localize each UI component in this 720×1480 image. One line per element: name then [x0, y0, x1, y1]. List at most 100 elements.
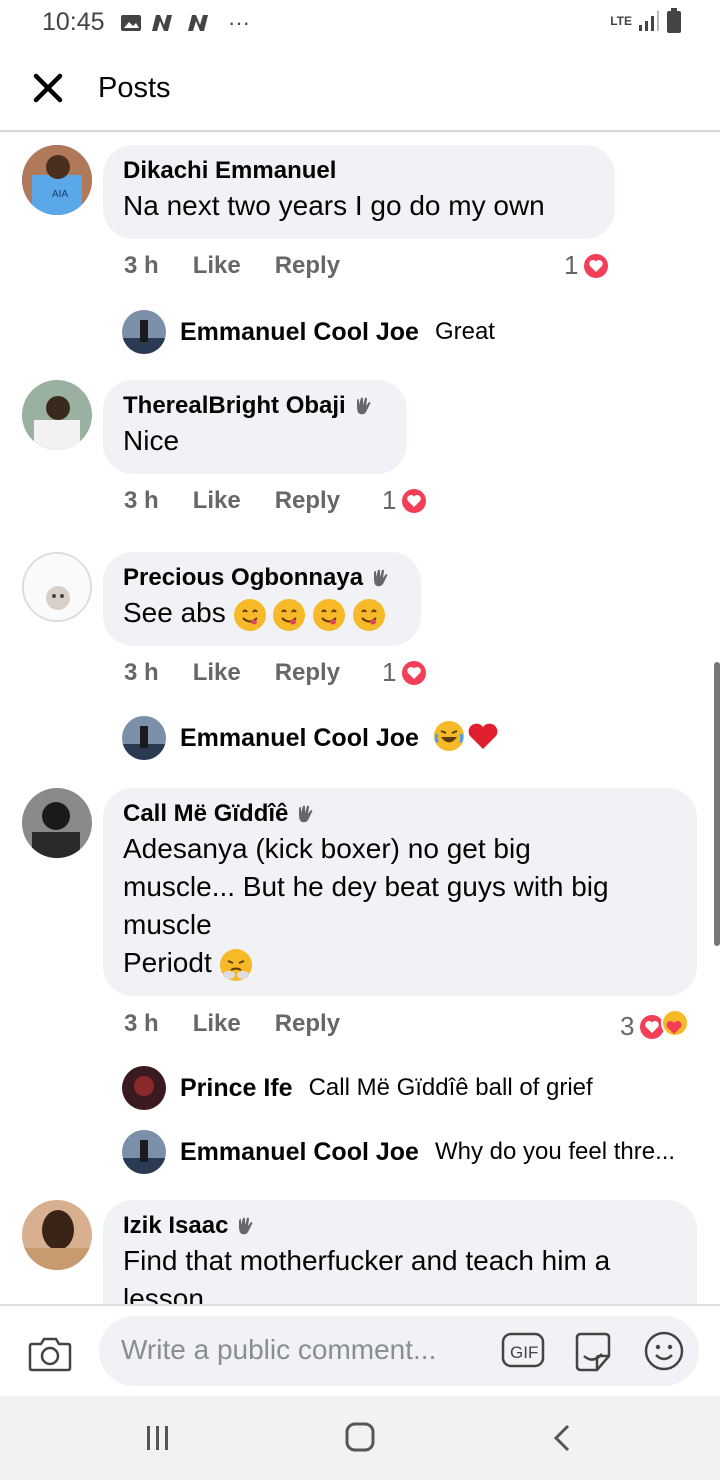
fan-badge-icon	[356, 397, 371, 415]
scrollbar[interactable]	[714, 662, 720, 946]
avatar[interactable]	[122, 716, 166, 760]
comment-time: 3 h	[124, 659, 159, 686]
reaction-count[interactable]: 1	[382, 657, 429, 688]
comment-actions: 3 h Like Reply	[124, 659, 340, 687]
reply-button[interactable]: Reply	[275, 659, 340, 687]
avatar[interactable]	[22, 788, 92, 858]
sticker-button[interactable]	[571, 1330, 615, 1379]
reaction-count[interactable]: 1	[564, 250, 611, 281]
reply-item[interactable]: Emmanuel Cool Joe Great	[122, 310, 495, 354]
reaction-number: 1	[564, 250, 579, 280]
comment-text-line: lesson	[123, 1283, 204, 1304]
comment-input[interactable]: Write a public comment... GIF	[99, 1316, 699, 1386]
comment-bubble[interactable]: Call Më Gïddîê Adesanya (kick boxer) no …	[103, 788, 697, 996]
reply-item[interactable]: Prince Ife Call Më Gïddîê ball of grief	[122, 1066, 593, 1110]
comment-author[interactable]: Izik Isaac	[123, 1212, 677, 1240]
reply-button[interactable]: Reply	[275, 1010, 340, 1038]
reply-author[interactable]: Prince Ife	[180, 1074, 293, 1103]
reply-text: Why do you feel thre...	[434, 1138, 676, 1165]
avatar[interactable]	[22, 1200, 92, 1270]
status-time: 10:45	[42, 8, 105, 36]
reply-text: Great	[434, 318, 495, 345]
home-icon	[345, 1422, 375, 1452]
comment-actions: 3 h Like Reply	[124, 1010, 340, 1038]
status-bar: 10:45 ··· LTE	[0, 0, 720, 44]
top-bar: Posts	[0, 44, 720, 132]
yum-emoji-icon	[233, 598, 266, 631]
love-reaction-icon	[582, 251, 611, 280]
like-button[interactable]: Like	[193, 659, 241, 687]
reply-button[interactable]: Reply	[275, 487, 340, 515]
reply-author[interactable]: Emmanuel Cool Joe	[180, 1138, 419, 1167]
love-reaction-icon	[400, 658, 429, 687]
avatar[interactable]	[122, 310, 166, 354]
comment-text: Adesanya (kick boxer) no get big muscle.…	[123, 830, 677, 982]
gif-icon: GIF	[501, 1332, 545, 1368]
comment-author[interactable]: Dikachi Emmanuel	[123, 157, 595, 185]
like-button[interactable]: Like	[193, 252, 241, 280]
fan-badge-icon	[374, 569, 388, 587]
reply-item[interactable]: Emmanuel Cool Joe	[122, 716, 499, 760]
comment-text: Nice	[123, 425, 180, 456]
comment-bubble[interactable]: Izik Isaac Find that motherfucker and te…	[103, 1200, 697, 1304]
avatar[interactable]	[122, 1130, 166, 1174]
lte-label: LTE	[610, 14, 632, 28]
status-notification-icons: ···	[120, 10, 250, 36]
reply-text: Call Më Gïddîê ball of grief	[308, 1074, 593, 1101]
yum-emoji-icon	[273, 598, 306, 631]
reply-button[interactable]: Reply	[275, 252, 340, 280]
love-reaction-icon	[400, 486, 429, 515]
emoji-icon	[644, 1331, 684, 1371]
comment-bubble[interactable]: Dikachi Emmanuel Na next two years I go …	[103, 145, 615, 239]
avatar[interactable]	[122, 1066, 166, 1110]
comment-actions: 3 h Like Reply	[124, 252, 340, 280]
comment-text-line: Adesanya (kick boxer) no get big	[123, 833, 531, 864]
reply-author[interactable]: Emmanuel Cool Joe	[180, 318, 419, 347]
like-button[interactable]: Like	[193, 1010, 241, 1038]
comment-bubble[interactable]: Precious Ogbonnaya See abs	[103, 552, 421, 646]
comment-author[interactable]: Precious Ogbonnaya	[123, 564, 401, 592]
gif-label: GIF	[510, 1343, 538, 1362]
avatar[interactable]	[22, 552, 92, 622]
recent-apps-button[interactable]	[140, 1422, 176, 1459]
comment-text: See abs	[123, 594, 401, 632]
comment-author[interactable]: Call Më Gïddîê	[123, 800, 677, 828]
comment-text: Na next two years I go do my own	[123, 190, 545, 221]
fan-badge-icon	[239, 1217, 253, 1235]
steam-nose-emoji-icon	[219, 948, 252, 981]
reaction-count[interactable]: 1	[382, 485, 429, 516]
gallery-icon	[121, 15, 141, 31]
app-n-icon-2	[188, 15, 208, 31]
home-button[interactable]	[342, 1422, 378, 1459]
comment-composer: Write a public comment... GIF	[0, 1304, 720, 1396]
comment-author[interactable]: TherealBright Obaji	[123, 392, 387, 420]
comment-bubble[interactable]: TherealBright Obaji Nice	[103, 380, 407, 474]
reply-author[interactable]: Emmanuel Cool Joe	[180, 724, 419, 753]
camera-icon	[28, 1337, 72, 1372]
reaction-number: 1	[382, 657, 397, 687]
gif-button[interactable]: GIF	[501, 1330, 545, 1375]
camera-button[interactable]	[28, 1334, 72, 1379]
emoji-button[interactable]	[643, 1330, 685, 1377]
avatar[interactable]	[22, 380, 92, 450]
reaction-number: 1	[382, 485, 397, 515]
status-system-icons: LTE	[610, 8, 682, 34]
back-button[interactable]	[546, 1422, 582, 1459]
more-notifications-icon: ···	[228, 10, 250, 35]
page-title: Posts	[98, 72, 171, 104]
close-icon	[33, 73, 63, 103]
yum-emoji-icon	[352, 598, 385, 631]
system-nav-bar	[0, 1396, 720, 1480]
reaction-count[interactable]: 3	[620, 1008, 690, 1045]
comment-text-line: muscle... But he dey beat guys with big	[123, 871, 609, 902]
close-button[interactable]	[28, 68, 68, 108]
like-button[interactable]: Like	[193, 487, 241, 515]
app-n-icon	[152, 15, 172, 31]
reply-item[interactable]: Emmanuel Cool Joe Why do you feel thre..…	[122, 1130, 675, 1174]
avatar[interactable]: AIA	[22, 145, 92, 215]
comment-input-placeholder: Write a public comment...	[121, 1334, 437, 1365]
battery-icon	[667, 8, 681, 33]
comments-list[interactable]: AIA Dikachi Emmanuel Na next two years I…	[0, 134, 720, 1304]
reaction-number: 3	[620, 1011, 635, 1041]
recent-apps-icon	[147, 1426, 168, 1450]
